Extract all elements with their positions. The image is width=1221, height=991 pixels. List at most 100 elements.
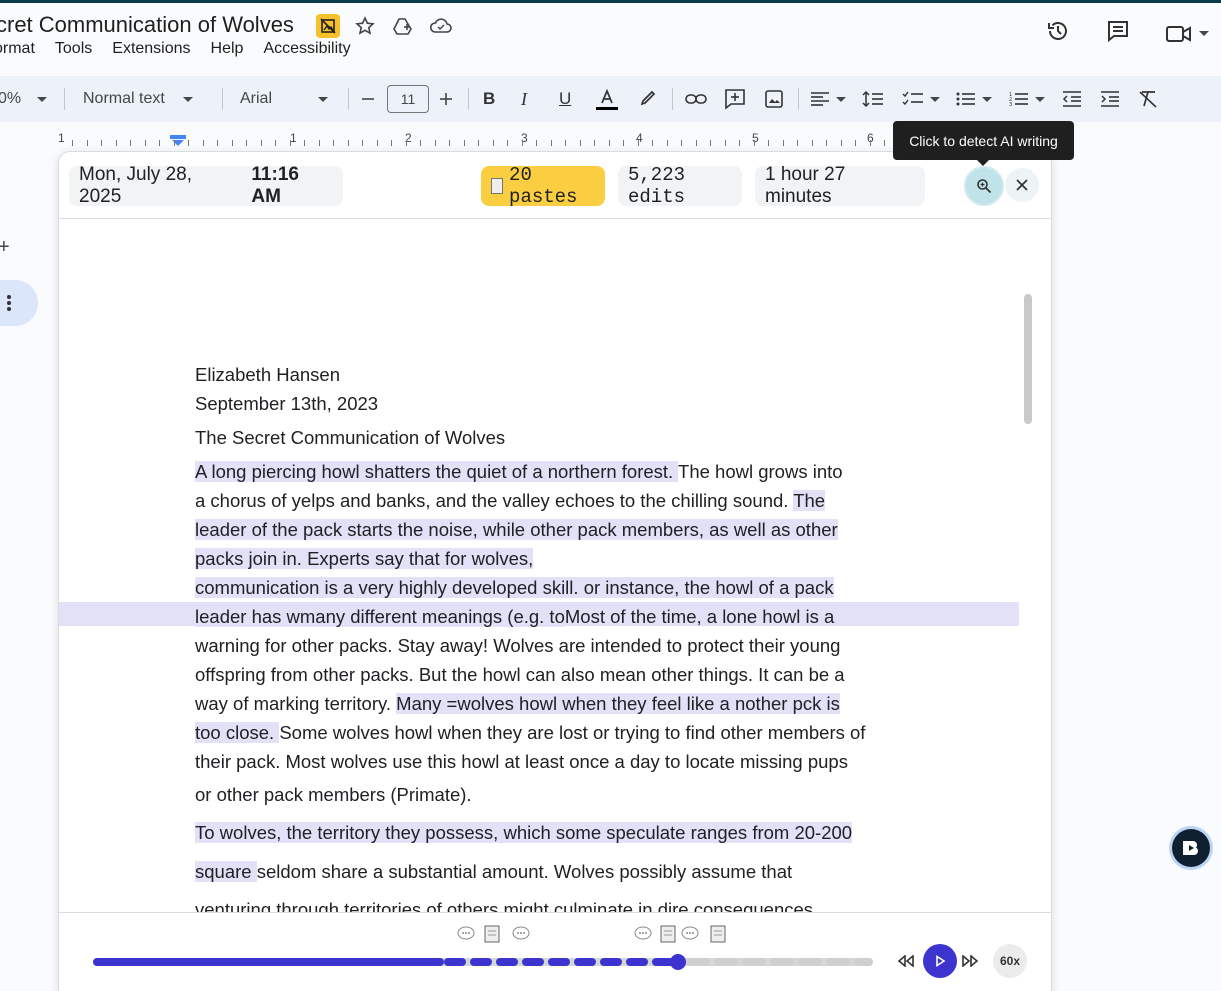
ruler-tick [739,140,740,146]
insert-image-icon[interactable] [764,76,784,122]
timeline-track[interactable] [89,952,889,972]
body-line: leader of the pack starts the noise, whi… [195,517,838,543]
replay-panel: Mon, July 28, 2025 11:16 AM 20 pastes 5,… [58,151,1052,991]
bulleted-list-icon[interactable] [956,76,992,122]
pastes-chip[interactable]: 20 pastes [481,164,605,208]
pasted-segment: communication is a very highly developed… [195,577,584,598]
increase-font-size-button[interactable] [438,76,454,122]
ruler-tick [362,140,363,146]
playback-speed-button[interactable]: 60x [993,944,1027,978]
pasted-segment: A long piercing howl shatters the quiet … [195,461,679,482]
paste-marker-icon[interactable] [709,925,727,943]
body-line: a chorus of yelps and banks, and the val… [195,488,826,514]
ruler-number: 1 [58,131,65,145]
style-select[interactable]: Normal text [83,76,193,122]
timeline-remaining-segment [714,958,738,966]
panel-header: Mon, July 28, 2025 11:16 AM 20 pastes 5,… [59,152,1051,219]
comment-marker-icon[interactable] [512,925,530,943]
close-button[interactable] [1005,168,1039,202]
ruler-tick [667,140,668,146]
comment-icon[interactable] [1105,18,1131,49]
menu-help[interactable]: Help [211,40,244,64]
top-accent-line [0,0,1221,3]
underline-icon[interactable]: U [559,76,571,122]
ruler-tick [609,140,610,146]
ruler-tick [812,140,813,146]
drive-add-icon[interactable] [390,13,416,39]
ruler-tick [232,140,233,146]
body-line: A long piercing howl shatters the quiet … [195,459,843,485]
decrease-indent-icon[interactable] [1062,76,1082,122]
ruler-tick [565,140,566,146]
history-icon[interactable] [1045,18,1071,49]
toolbar-divider [348,88,349,110]
font-select[interactable]: Arial [240,76,329,122]
text-segment: offspring from other packs. But the howl… [195,664,845,685]
ruler: 1 1 2 3 4 5 6 [0,126,900,148]
star-icon[interactable] [352,13,378,39]
ruler-tick [217,140,218,146]
paste-marker-icon[interactable] [659,925,677,943]
clipboard-icon [491,178,504,194]
ruler-tick [406,140,407,146]
ruler-tick [261,140,262,146]
no-image-badge-icon[interactable] [316,14,340,38]
cloud-icon[interactable] [428,13,454,39]
document-title[interactable]: cret Communication of Wolves [0,12,294,38]
add-tab-icon[interactable]: + [0,236,10,259]
text-color-icon[interactable] [594,76,620,122]
ruler-tick [638,140,639,146]
video-call-icon[interactable] [1165,23,1209,45]
paste-marker-icon[interactable] [483,925,501,943]
comment-marker-icon[interactable] [681,925,699,943]
bold-icon[interactable]: B [483,76,495,122]
timeline-thumb[interactable] [670,954,686,970]
ruler-tick [130,140,131,146]
decrease-font-size-button[interactable] [360,76,376,122]
menu-extensions[interactable]: Extensions [112,40,190,64]
increase-indent-icon[interactable] [1100,76,1120,122]
document-preview[interactable]: Elizabeth Hansen September 13th, 2023 Th… [59,220,1051,912]
rewind-icon[interactable] [897,952,915,970]
ruler-tick [536,140,537,146]
zoom-select[interactable]: 0% [0,76,48,122]
ruler-tick [507,140,508,146]
timeline-progress-segment [626,958,648,966]
toolbar-divider [798,88,799,110]
ruler-tick [870,140,871,146]
link-icon[interactable] [685,76,707,122]
align-icon[interactable] [810,76,846,122]
comment-marker-icon[interactable] [634,925,652,943]
line-spacing-icon[interactable] [862,76,884,122]
play-button[interactable] [923,944,957,978]
menu-accessibility[interactable]: Accessibility [263,40,350,64]
highlight-color-icon[interactable] [638,76,658,122]
add-comment-icon[interactable] [724,76,746,122]
fast-forward-icon[interactable] [961,952,979,970]
ruler-tick [333,140,334,146]
font-value: Arial [240,90,273,107]
clear-formatting-icon[interactable] [1138,76,1158,122]
checklist-icon[interactable] [902,76,940,122]
indent-marker-icon[interactable] [170,134,186,146]
scrollbar-thumb[interactable] [1024,294,1032,424]
more-options-button[interactable] [0,280,38,326]
playback-timeline: 60x [59,912,1051,991]
ruler-tick [275,140,276,146]
italic-icon[interactable]: I [521,76,527,122]
numbered-list-icon[interactable]: 123 [1009,76,1045,122]
comment-marker-icon[interactable] [457,925,475,943]
font-caret-icon [318,96,329,102]
ruler-tick [841,140,842,146]
detect-ai-button[interactable] [966,168,1002,204]
ruler-tick [464,140,465,146]
video-call-dropdown-icon[interactable] [1199,31,1209,36]
font-size-input[interactable]: 11 [387,85,429,113]
menu-tools[interactable]: Tools [55,40,92,64]
ruler-number: 1 [290,131,297,145]
text-segment: warning for other packs. Stay away! Wolv… [195,635,841,656]
extension-floating-button[interactable] [1172,829,1210,867]
toolbar-divider [468,88,469,110]
menu-format[interactable]: ormat [0,40,35,64]
text-segment: a chorus of yelps and banks, and the val… [195,490,794,511]
